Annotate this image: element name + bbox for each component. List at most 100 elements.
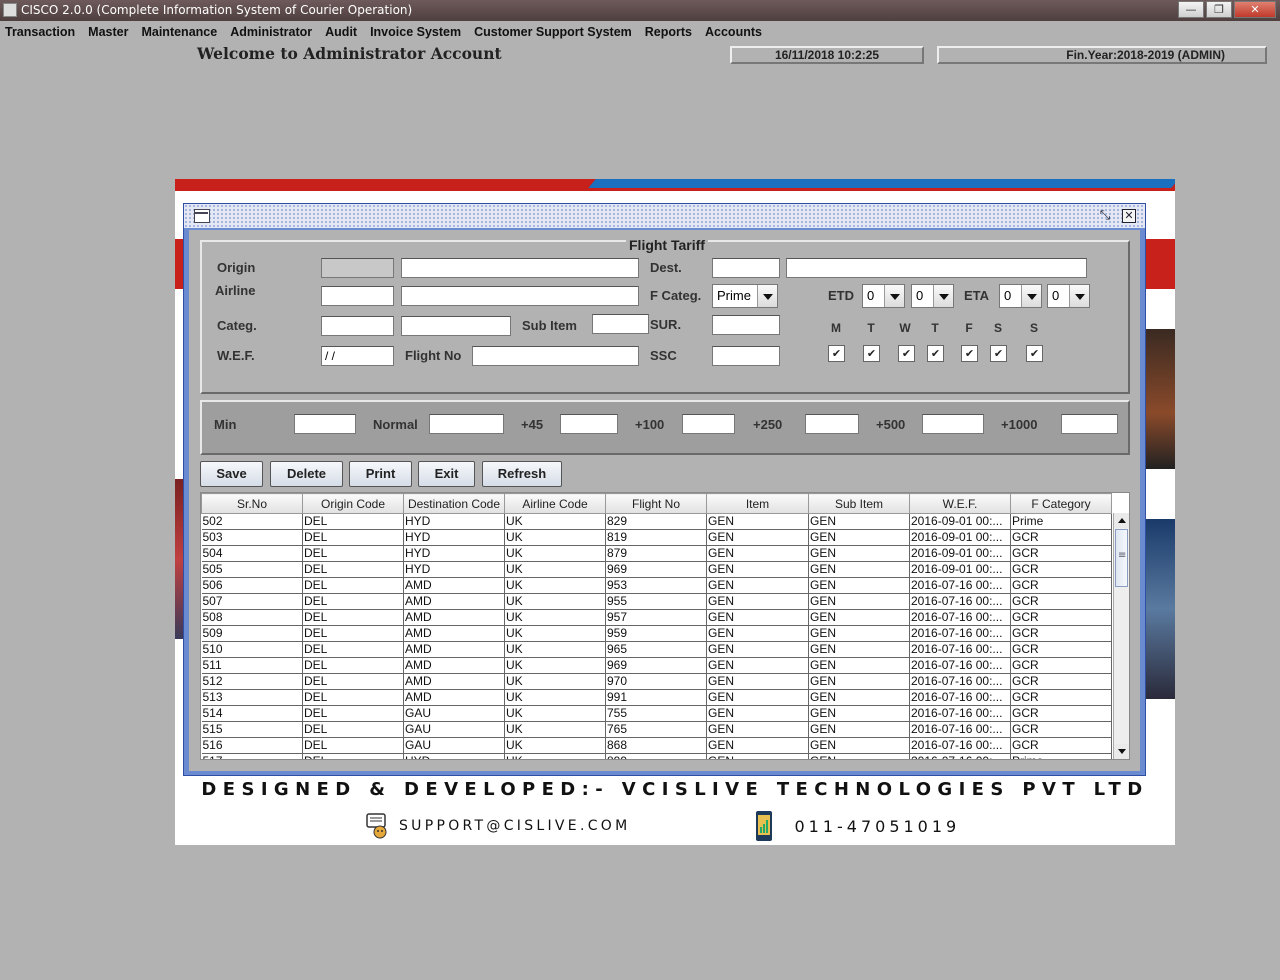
table-cell: 514	[201, 705, 303, 722]
etd-min-select[interactable]: 0	[911, 284, 954, 308]
column-header[interactable]: Origin Code	[302, 493, 404, 514]
menu-maintenance[interactable]: Maintenance	[141, 25, 217, 39]
table-row[interactable]: 513 DEL AMD UK 991 GEN GEN 2016-07-16 00:... GCR	[201, 689, 1112, 706]
column-header[interactable]: W.E.F.	[909, 493, 1011, 514]
flight-no-field[interactable]	[472, 346, 639, 366]
table-row[interactable]: 504 DEL HYD UK 879 GEN GEN 2016-09-01 00:... GCR	[201, 545, 1112, 562]
close-icon[interactable]: ✕	[1122, 209, 1136, 223]
table-row[interactable]: 507 DEL AMD UK 955 GEN GEN 2016-07-16 00:... GCR	[201, 593, 1112, 610]
day-checkbox-tue[interactable]: ✔	[863, 345, 880, 362]
menu-accounts[interactable]: Accounts	[705, 25, 762, 39]
table-scrollbar[interactable]	[1113, 513, 1129, 759]
scroll-up-icon[interactable]	[1114, 513, 1129, 528]
sub-item-field[interactable]	[592, 314, 649, 334]
table-row[interactable]: 506 DEL AMD UK 953 GEN GEN 2016-07-16 00:... GCR	[201, 577, 1112, 594]
table-row[interactable]: 516 DEL GAU UK 868 GEN GEN 2016-07-16 00:... GCR	[201, 737, 1112, 754]
column-header[interactable]: Flight No	[605, 493, 707, 514]
menu-master[interactable]: Master	[88, 25, 128, 39]
table-cell: 516	[201, 737, 303, 754]
column-header[interactable]: Item	[706, 493, 809, 514]
table-row[interactable]: 510 DEL AMD UK 965 GEN GEN 2016-07-16 00:... GCR	[201, 641, 1112, 658]
day-checkbox-sun[interactable]: ✔	[1026, 345, 1043, 362]
scroll-down-icon[interactable]	[1114, 744, 1129, 759]
rate-100-field[interactable]	[682, 414, 735, 434]
dest-name-field[interactable]	[786, 258, 1087, 278]
dest-code-field[interactable]	[712, 258, 780, 278]
exit-button[interactable]: Exit	[418, 461, 475, 487]
table-row[interactable]: 515 DEL GAU UK 765 GEN GEN 2016-07-16 00:... GCR	[201, 721, 1112, 738]
eta-hour-select[interactable]: 0	[999, 284, 1042, 308]
table-cell: GCR	[1010, 577, 1112, 594]
maximize-button[interactable]: ❐	[1206, 1, 1232, 18]
save-button[interactable]: Save	[200, 461, 263, 487]
table-row[interactable]: 517DELHYDUK899GENGEN2016-07-16 00:...Pri…	[201, 753, 1112, 759]
chevron-down-icon[interactable]	[1069, 285, 1089, 307]
day-checkbox-sat[interactable]: ✔	[990, 345, 1007, 362]
table-row[interactable]: 503 DEL HYD UK 819 GEN GEN 2016-09-01 00:... GCR	[201, 529, 1112, 546]
table-cell: GEN	[706, 753, 809, 759]
table-row[interactable]: 505 DEL HYD UK 969 GEN GEN 2016-09-01 00:... GCR	[201, 561, 1112, 578]
chevron-down-icon[interactable]	[1021, 285, 1041, 307]
menu-transaction[interactable]: Transaction	[5, 25, 75, 39]
column-header[interactable]: Airline Code	[504, 493, 606, 514]
rate-250-field[interactable]	[805, 414, 859, 434]
internal-frame-titlebar[interactable]: ⤡ ✕	[184, 204, 1145, 228]
table-row[interactable]: 502 DEL HYD UK 829 GEN GEN 2016-09-01 00:... Pri…	[201, 513, 1112, 530]
categ-code-field[interactable]	[321, 316, 394, 336]
menu-reports[interactable]: Reports	[645, 25, 692, 39]
table-cell: 507	[201, 593, 303, 610]
sur-field[interactable]	[712, 315, 780, 335]
table-row[interactable]: 511 DEL AMD UK 969 GEN GEN 2016-07-16 00:... GCR	[201, 657, 1112, 674]
chevron-down-icon[interactable]	[933, 285, 953, 307]
table-row[interactable]: 508 DEL AMD UK 957 GEN GEN 2016-07-16 00:... GCR	[201, 609, 1112, 626]
ssc-field[interactable]	[712, 346, 780, 366]
table-cell: HYD	[403, 529, 505, 546]
etd-hour-select[interactable]: 0	[862, 284, 905, 308]
table-cell: 899	[605, 753, 707, 759]
table-row[interactable]: 512 DEL AMD UK 970 GEN GEN 2016-07-16 00:... GCR	[201, 673, 1112, 690]
categ-name-field[interactable]	[401, 316, 511, 336]
day-checkbox-mon[interactable]: ✔	[828, 345, 845, 362]
table-cell: 829	[605, 513, 707, 530]
rate-45-field[interactable]	[560, 414, 618, 434]
day-label-thu: T	[931, 321, 939, 335]
menu-invoice-system[interactable]: Invoice System	[370, 25, 461, 39]
menu-administrator[interactable]: Administrator	[230, 25, 312, 39]
table-row[interactable]: 509 DEL AMD UK 959 GEN GEN 2016-07-16 00:... GCR	[201, 625, 1112, 642]
column-header[interactable]: F Category	[1010, 493, 1112, 514]
app-icon	[3, 3, 17, 17]
table-row[interactable]: 514 DEL GAU UK 755 GEN GEN 2016-07-16 00:... GCR	[201, 705, 1112, 722]
menu-audit[interactable]: Audit	[325, 25, 357, 39]
delete-button[interactable]: Delete	[270, 461, 343, 487]
datetime-display: 16/11/2018 10:2:25	[730, 46, 924, 64]
wef-date-field[interactable]: / /	[321, 346, 394, 366]
day-checkbox-fri[interactable]: ✔	[961, 345, 978, 362]
column-header[interactable]: Sub Item	[808, 493, 910, 514]
scroll-thumb[interactable]	[1115, 529, 1128, 587]
print-button[interactable]: Print	[349, 461, 412, 487]
day-checkbox-wed[interactable]: ✔	[898, 345, 915, 362]
rate-500-field[interactable]	[922, 414, 984, 434]
chevron-down-icon[interactable]	[757, 285, 777, 307]
rate-min-field[interactable]	[294, 414, 356, 434]
eta-min-select[interactable]: 0	[1047, 284, 1090, 308]
minimize-button[interactable]: —	[1178, 1, 1204, 18]
menu-customer-support-system[interactable]: Customer Support System	[474, 25, 632, 39]
rate-normal-field[interactable]	[429, 414, 504, 434]
table-cell: DEL	[302, 689, 404, 706]
close-button[interactable]: ✕	[1234, 1, 1276, 18]
table-cell: DEL	[302, 705, 404, 722]
table-cell: UK	[504, 609, 606, 626]
airline-code-field[interactable]	[321, 286, 394, 306]
refresh-button[interactable]: Refresh	[482, 461, 562, 487]
column-header[interactable]: Destination Code	[403, 493, 505, 514]
airline-name-field[interactable]	[401, 286, 639, 306]
day-checkbox-thu[interactable]: ✔	[927, 345, 944, 362]
column-header[interactable]: Sr.No	[201, 493, 303, 514]
f-categ-select[interactable]: Prime	[712, 284, 778, 308]
rate-1000-field[interactable]	[1061, 414, 1118, 434]
day-label-tue: T	[867, 321, 875, 335]
chevron-down-icon[interactable]	[884, 285, 904, 307]
restore-icon[interactable]: ⤡	[1097, 208, 1113, 224]
origin-name-field[interactable]	[401, 258, 639, 278]
